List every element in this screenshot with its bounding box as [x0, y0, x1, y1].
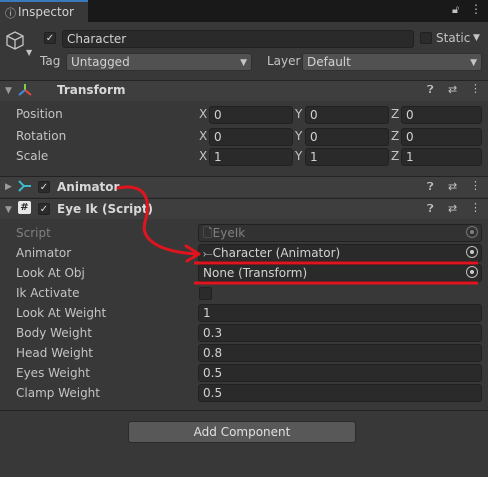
clampweight-field[interactable]: 0.5 [198, 384, 482, 402]
presets-sliders-icon[interactable]: ⇄ [448, 180, 457, 193]
headweight-field[interactable]: 0.8 [198, 344, 482, 362]
kebab-menu-icon[interactable]: ⋮ [470, 201, 481, 214]
layer-label: Layer [267, 54, 301, 68]
clampweight-label: Clamp Weight [16, 386, 100, 400]
bodyweight-label: Body Weight [16, 326, 92, 340]
kebab-menu-icon[interactable]: ⋮ [470, 2, 482, 16]
tab-label: Inspector [18, 5, 74, 19]
axis-x-label[interactable]: X [199, 129, 207, 143]
layer-value: Default [307, 55, 351, 69]
help-icon[interactable]: ❓︎ [427, 83, 434, 97]
presets-sliders-icon[interactable]: ⇄ [448, 202, 457, 215]
ikactivate-label: Ik Activate [16, 286, 80, 300]
animator-object-field[interactable]: ⤚Character (Animator) [198, 244, 482, 262]
object-picker-icon[interactable] [466, 266, 478, 278]
eyesweight-field[interactable]: 0.5 [198, 364, 482, 382]
kebab-menu-icon[interactable]: ⋮ [470, 179, 481, 192]
ikactivate-checkbox[interactable] [199, 287, 212, 300]
animator-small-icon: ⤚ [203, 246, 213, 260]
eyeik-enabled-checkbox[interactable]: ✓ [38, 203, 50, 215]
static-checkbox[interactable] [420, 32, 432, 44]
position-y-field[interactable]: 0 [305, 106, 389, 124]
object-picker-icon[interactable] [466, 246, 478, 258]
axis-x-label[interactable]: X [199, 149, 207, 163]
eyeik-title: Eye Ik (Script) [57, 202, 154, 216]
animator-value: Character (Animator) [212, 246, 341, 260]
rotation-label: Rotation [16, 129, 67, 143]
add-component-button[interactable]: Add Component [128, 421, 356, 443]
scale-z-field[interactable]: 1 [401, 148, 482, 166]
script-field: 🗋︎EyeIk [198, 224, 482, 242]
axis-y-label[interactable]: Y [295, 107, 302, 121]
active-checkbox[interactable]: ✓ [44, 32, 56, 44]
presets-sliders-icon[interactable]: ⇄ [448, 83, 457, 96]
axis-x-label[interactable]: X [199, 107, 207, 121]
axis-z-label[interactable]: Z [391, 149, 399, 163]
eyesweight-label: Eyes Weight [16, 366, 90, 380]
lookatweight-field[interactable]: 1 [198, 304, 482, 322]
bodyweight-field[interactable]: 0.3 [198, 324, 482, 342]
tag-value: Untagged [71, 55, 130, 69]
script-file-icon: 🗋︎ [203, 226, 213, 240]
gameobject-cube-icon[interactable] [4, 30, 26, 52]
divider [0, 410, 488, 411]
axis-y-label[interactable]: Y [295, 129, 302, 143]
lookatweight-label: Look At Weight [16, 306, 107, 320]
animator-field-label: Animator [16, 246, 72, 260]
lock-icon[interactable]: 🔓︎ [452, 3, 459, 17]
kebab-menu-icon[interactable]: ⋮ [470, 82, 481, 95]
scale-x-field[interactable]: 1 [209, 148, 293, 166]
foldout-expanded-icon[interactable]: ▼ [5, 86, 12, 96]
object-picker-icon [466, 226, 478, 238]
icon-dropdown-arrow-icon[interactable]: ▼ [26, 48, 32, 57]
csharp-script-icon: # [18, 201, 31, 214]
animator-enabled-checkbox[interactable]: ✓ [38, 181, 50, 193]
tag-dropdown[interactable]: Untagged ▼ [66, 53, 252, 71]
animator-icon [18, 180, 31, 192]
scale-label: Scale [16, 149, 49, 163]
axis-y-label[interactable]: Y [295, 149, 302, 163]
info-icon: ⓘ [5, 7, 16, 20]
rotation-y-field[interactable]: 0 [305, 128, 389, 146]
position-label: Position [16, 107, 63, 121]
transform-axes-icon [18, 84, 32, 96]
static-dropdown-arrow-icon[interactable]: ▼ [473, 33, 480, 43]
script-value: EyeIk [212, 226, 246, 240]
headweight-label: Head Weight [16, 346, 93, 360]
help-icon[interactable]: ❓︎ [427, 202, 434, 216]
position-z-field[interactable]: 0 [401, 106, 482, 124]
foldout-expanded-icon[interactable]: ▼ [5, 205, 12, 215]
chevron-down-icon: ▼ [240, 58, 247, 68]
animator-title: Animator [57, 180, 120, 194]
lookatobj-value: None (Transform) [203, 266, 308, 280]
rotation-x-field[interactable]: 0 [209, 128, 293, 146]
static-label: Static [436, 31, 471, 45]
axis-z-label[interactable]: Z [391, 107, 399, 121]
layer-dropdown[interactable]: Default ▼ [302, 53, 482, 71]
rotation-z-field[interactable]: 0 [401, 128, 482, 146]
foldout-collapsed-icon[interactable]: ▶ [5, 182, 12, 192]
script-label: Script [16, 226, 51, 240]
chevron-down-icon: ▼ [470, 58, 477, 68]
help-icon[interactable]: ❓︎ [427, 180, 434, 194]
transform-title: Transform [57, 83, 126, 97]
scale-y-field[interactable]: 1 [305, 148, 389, 166]
lookatobj-label: Look At Obj [16, 266, 85, 280]
gameobject-name-input[interactable]: Character [62, 30, 414, 48]
position-x-field[interactable]: 0 [209, 106, 293, 124]
lookatobj-object-field[interactable]: None (Transform) [198, 264, 482, 282]
axis-z-label[interactable]: Z [391, 129, 399, 143]
tag-label: Tag [40, 54, 61, 68]
tab-inspector[interactable]: ⓘ Inspector [0, 0, 88, 22]
